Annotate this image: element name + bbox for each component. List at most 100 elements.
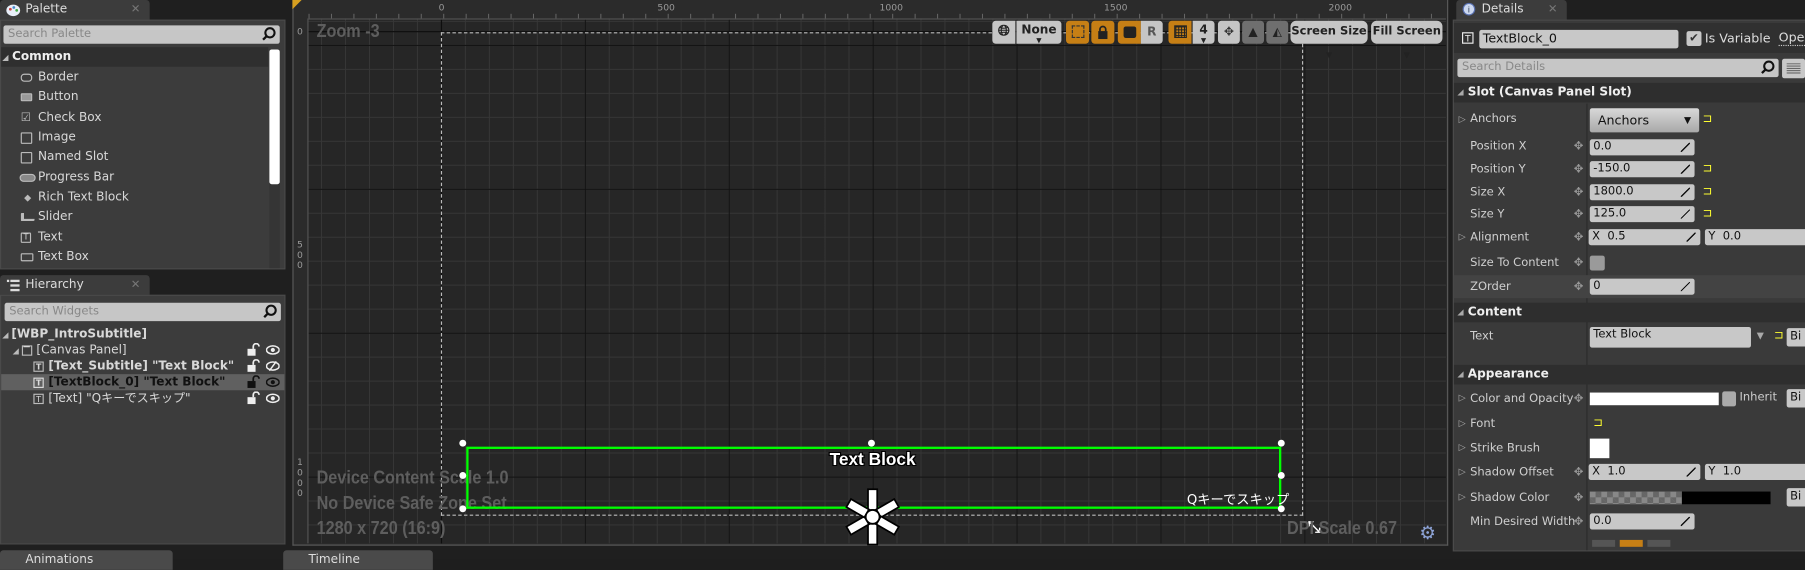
reset-to-default-icon[interactable]: ⊐ (1593, 417, 1603, 430)
palette-scrollbar[interactable] (269, 49, 280, 269)
tree-item-root[interactable]: ◢ [WBP_IntroSubtitle] (2, 326, 147, 342)
palette-category-common[interactable]: ◢ Common (1, 47, 269, 67)
expand-icon[interactable]: ▷ (1459, 393, 1466, 403)
justify-right-button[interactable] (1647, 539, 1671, 547)
flip-direction-button[interactable]: ◭ (1266, 20, 1289, 44)
resize-handle[interactable] (1277, 505, 1285, 513)
close-icon[interactable]: ✕ (131, 0, 141, 20)
position-x-input[interactable]: 0.0 (1589, 139, 1695, 156)
background-image-button[interactable]: ▲ (1242, 20, 1265, 44)
unlock-icon[interactable] (246, 391, 260, 405)
unlock-icon[interactable] (246, 375, 260, 389)
expand-icon[interactable]: ▷ (1459, 442, 1466, 452)
unlock-icon[interactable] (246, 359, 260, 373)
resize-handle[interactable] (868, 439, 875, 447)
skip-text-widget[interactable]: Qキーでスキップ (1187, 490, 1289, 508)
pin-icon[interactable]: ✥ (1574, 492, 1584, 505)
expand-icon[interactable]: ▷ (1459, 466, 1466, 476)
localization-dropdown[interactable]: None ▼ (1016, 20, 1062, 44)
pin-icon[interactable]: ✥ (1574, 257, 1584, 270)
zorder-input[interactable]: 0 (1589, 278, 1695, 295)
text-options-dropdown[interactable]: ▼ (1757, 330, 1764, 340)
section-appearance[interactable]: Appearance (1453, 364, 1805, 385)
justify-left-button[interactable] (1592, 539, 1616, 547)
hierarchy-search-input[interactable]: Search Widgets (4, 302, 281, 322)
widget-name-input[interactable]: TextBlock_0 (1479, 29, 1679, 49)
pin-icon[interactable]: ✥ (1574, 393, 1584, 406)
reset-to-default-icon[interactable]: ⊐ (1703, 185, 1713, 198)
alignment-y-input[interactable]: Y 0.0 (1704, 229, 1805, 246)
resize-handle[interactable] (1277, 439, 1285, 447)
r-toggle-button[interactable]: R (1140, 20, 1163, 44)
grid-snap-button[interactable] (1168, 20, 1192, 44)
palette-tab[interactable]: Palette ✕ (0, 0, 150, 20)
pin-icon[interactable]: ✥ (1574, 208, 1584, 221)
close-icon[interactable]: ✕ (131, 275, 141, 295)
tree-item-text-skip[interactable]: T [Text] "Qキーでスキップ" (33, 390, 191, 406)
grid-size-dropdown[interactable]: 4 ▼ (1192, 20, 1215, 44)
pin-icon[interactable]: ✥ (1574, 516, 1584, 529)
text-value-input[interactable]: Text Block (1589, 326, 1751, 348)
alignment-x-input[interactable]: X 0.5 (1588, 229, 1701, 246)
reset-to-default-icon[interactable]: ⊐ (1703, 207, 1713, 220)
hierarchy-tab[interactable]: Hierarchy ✕ (0, 275, 150, 295)
open-link[interactable]: Open (1778, 30, 1805, 47)
outline-toggle-button[interactable] (1066, 20, 1090, 44)
pin-icon[interactable]: ✥ (1574, 466, 1584, 479)
color-swatch[interactable] (1589, 392, 1719, 406)
strike-brush-swatch[interactable] (1589, 438, 1610, 459)
bind-button[interactable]: Bi (1786, 488, 1805, 507)
text-block-widget[interactable]: Text Block (757, 450, 987, 470)
expand-icon[interactable]: ▷ (1459, 114, 1466, 124)
timeline-tab[interactable]: Timeline (283, 550, 433, 570)
lock-toggle-button[interactable] (1091, 20, 1115, 44)
eye-icon[interactable] (265, 375, 280, 389)
is-variable-checkbox[interactable]: ✔ (1686, 31, 1702, 47)
details-search-input[interactable]: Search Details (1457, 58, 1779, 78)
resize-handle[interactable] (1277, 471, 1285, 479)
bind-button[interactable]: Bi (1786, 328, 1805, 347)
pin-icon[interactable]: ✥ (1574, 163, 1584, 176)
pin-icon[interactable]: ✥ (1574, 140, 1584, 153)
shadow-color-swatch[interactable] (1681, 491, 1771, 505)
localization-globe-button[interactable]: 🌐︎ (992, 20, 1016, 44)
min-desired-width-input[interactable]: 0.0 (1589, 513, 1695, 530)
reset-to-default-icon[interactable]: ⊐ (1703, 113, 1713, 126)
eye-icon[interactable] (265, 391, 280, 405)
settings-gear-icon[interactable]: ⚙ (1419, 521, 1436, 543)
justify-center-button[interactable] (1619, 539, 1643, 547)
eye-icon[interactable] (265, 343, 280, 357)
details-tab[interactable]: i Details ✕ (1456, 0, 1567, 20)
anchors-dropdown[interactable]: Anchors ▼ (1589, 108, 1700, 133)
zoom-to-fit-button[interactable]: ✥ (1217, 20, 1240, 44)
close-icon[interactable]: ✕ (1548, 0, 1558, 20)
tree-item-canvas-panel[interactable]: ◢ ▔ [Canvas Panel] (13, 342, 127, 358)
resize-handle[interactable] (459, 471, 467, 479)
shadow-color-alpha-swatch[interactable] (1589, 491, 1682, 505)
resize-handle[interactable] (459, 439, 467, 447)
pin-icon[interactable]: ✥ (1574, 281, 1584, 294)
section-content[interactable]: Content (1453, 302, 1805, 323)
screen-size-dropdown[interactable]: Screen Size ▼ (1290, 20, 1368, 60)
pin-icon[interactable]: ✥ (1574, 186, 1584, 199)
property-matrix-button[interactable] (1782, 58, 1805, 79)
size-x-input[interactable]: 1800.0 (1589, 184, 1695, 201)
unlock-icon[interactable] (246, 343, 260, 357)
position-y-input[interactable]: -150.0 (1589, 161, 1695, 178)
eye-hidden-icon[interactable] (265, 359, 280, 373)
inherit-checkbox[interactable] (1722, 391, 1737, 407)
pin-icon[interactable]: ✥ (1574, 231, 1584, 244)
anchor-icon[interactable] (840, 487, 904, 547)
expand-icon[interactable]: ▷ (1459, 231, 1466, 241)
dpi-scale-label[interactable]: DPI Scale 0.67 (1287, 519, 1397, 540)
expand-icon[interactable]: ▷ (1459, 492, 1466, 502)
size-y-input[interactable]: 125.0 (1589, 206, 1695, 223)
reset-to-default-icon[interactable]: ⊐ (1703, 162, 1713, 175)
size-to-content-checkbox[interactable] (1589, 255, 1605, 271)
palette-search-input[interactable]: Search Palette (3, 25, 280, 44)
animations-tab[interactable]: Animations (0, 550, 173, 570)
respect-locks-button[interactable] (1117, 20, 1141, 44)
reset-to-default-icon[interactable]: ⊐ (1774, 329, 1784, 342)
expand-icon[interactable]: ▷ (1459, 418, 1466, 428)
bind-button[interactable]: Bi (1786, 389, 1805, 408)
